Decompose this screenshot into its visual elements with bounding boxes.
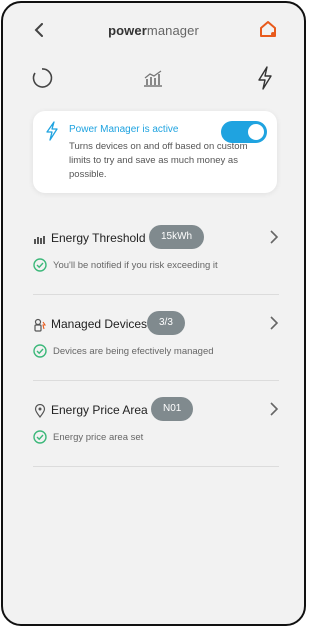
tab-statistics[interactable] [138,61,168,95]
row-title: Managed Devices [51,317,148,331]
location-pin-icon [33,404,47,418]
toggle-knob [248,124,264,140]
header: powermanager [3,3,304,59]
check-circle-icon [33,430,47,444]
row-status: Energy price area set [53,432,144,443]
meter-icon [33,232,47,246]
row-title: Energy Price Area [51,403,148,417]
phone-frame: powermanager Power Manager is active Tur… [1,1,306,626]
devices-badge: 3/3 [147,311,185,335]
tab-bar [3,61,304,95]
tab-power[interactable] [250,61,280,95]
row-status: Devices are being efectively managed [53,346,214,357]
row-status: You'll be notified if you risk exceeding… [53,260,218,271]
title-bold: power [108,23,147,38]
title-light: manager [146,23,199,38]
bolt-icon [258,66,272,90]
row-title: Energy Threshold [51,231,146,245]
bolt-icon [46,121,58,141]
row-energy-price-area[interactable]: Energy Price Area N01 Energy price area … [33,383,279,467]
home-icon [260,21,276,37]
check-circle-icon [33,344,47,358]
check-circle-icon [33,258,47,272]
tab-overview[interactable] [27,61,57,95]
threshold-badge: 15kWh [149,225,205,249]
chart-icon [144,70,162,87]
chevron-right-icon [270,402,279,416]
power-manager-status-card: Power Manager is active Turns devices on… [33,111,277,193]
chevron-right-icon [270,316,279,330]
chevron-right-icon [270,230,279,244]
price-area-badge: N01 [151,397,194,421]
status-description: Turns devices on and off based on custom… [69,141,248,180]
circle-progress-icon [32,68,53,88]
power-manager-toggle[interactable] [221,121,267,143]
row-managed-devices[interactable]: Managed Devices 3/3 Devices are being ef… [33,297,279,381]
devices-icon [33,318,47,332]
home-button[interactable] [258,19,280,41]
status-title: Power Manager is active [69,124,179,135]
row-energy-threshold[interactable]: Energy Threshold 15kWh You'll be notifie… [33,211,279,295]
